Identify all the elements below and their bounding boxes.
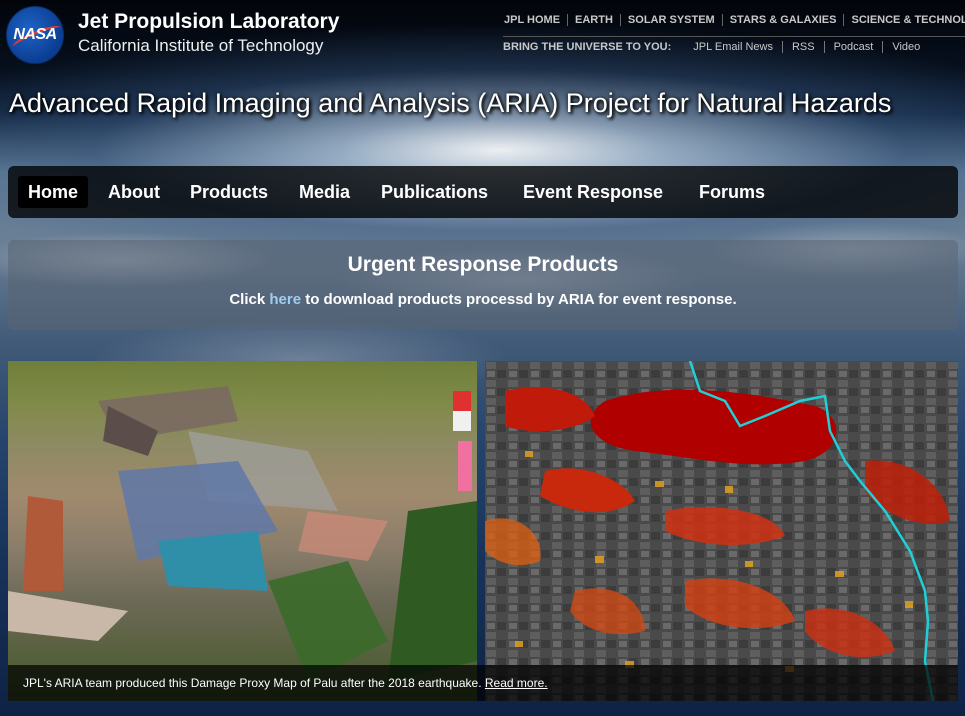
urgent-text-before: Click (229, 291, 270, 308)
link-video[interactable]: Video (882, 41, 929, 53)
nav-item-publications[interactable]: Publications (371, 176, 498, 208)
top-divider (503, 36, 965, 37)
nasa-logo-text: NASA (13, 26, 57, 43)
lab-subtitle[interactable]: California Institute of Technology (78, 36, 323, 56)
nav-item-about[interactable]: About (98, 176, 170, 208)
slideshow-caption-bar: JPL's ARIA team produced this Damage Pro… (8, 665, 958, 701)
nasa-logo[interactable]: NASA (6, 6, 64, 64)
bring-universe-label: BRING THE UNIVERSE TO YOU: (503, 41, 672, 53)
top-link-earth[interactable]: EARTH (567, 14, 620, 26)
urgent-heading: Urgent Response Products (347, 253, 619, 276)
nav-item-products[interactable]: Products (180, 176, 278, 208)
caption-text: JPL's ARIA team produced this Damage Pro… (23, 676, 485, 690)
link-podcast[interactable]: Podcast (823, 41, 883, 53)
bring-universe-row: BRING THE UNIVERSE TO YOU: JPL Email News… (503, 41, 929, 53)
nav-item-media[interactable]: Media (289, 176, 360, 208)
urgent-text: Click here to download products processd… (8, 291, 958, 308)
top-link-solar-system[interactable]: SOLAR SYSTEM (619, 14, 722, 26)
damage-proxy-map (485, 361, 958, 701)
nav-item-event-response[interactable]: Event Response (513, 176, 673, 208)
top-links: JPL HOME EARTH SOLAR SYSTEM STARS & GALAXIE… (497, 14, 965, 26)
top-link-jpl-home[interactable]: JPL HOME (497, 14, 567, 26)
slideshow-caption: JPL's ARIA team produced this Damage Pro… (23, 676, 548, 690)
link-email-news[interactable]: JPL Email News (693, 41, 782, 53)
page-title: Advanced Rapid Imaging and Analysis (ARI… (9, 88, 892, 118)
urgent-text-after: to download products processd by ARIA fo… (301, 291, 737, 308)
lab-title[interactable]: Jet Propulsion Laboratory (78, 10, 339, 34)
nav-item-home[interactable]: Home (18, 176, 89, 208)
earthquake-damage-photo (8, 361, 477, 701)
urgent-here-link[interactable]: here (269, 291, 301, 308)
link-rss[interactable]: RSS (781, 41, 824, 53)
read-more-link[interactable]: Read more. (485, 676, 548, 690)
top-link-science-technology[interactable]: SCIENCE & TECHNOLOGY (843, 14, 965, 26)
top-link-stars-galaxies[interactable]: STARS & GALAXIES (721, 14, 844, 26)
damage-proxy-map-illustration (485, 361, 958, 701)
damage-photo-illustration (8, 386, 477, 681)
nav-item-forums[interactable]: Forums (689, 176, 775, 208)
main-nav: Home About Products Media Publications E… (8, 166, 958, 218)
urgent-response-panel: Urgent Response Products Click here to d… (8, 240, 958, 330)
jpl-header: NASA Jet Propulsion Laboratory Californi… (0, 0, 965, 70)
